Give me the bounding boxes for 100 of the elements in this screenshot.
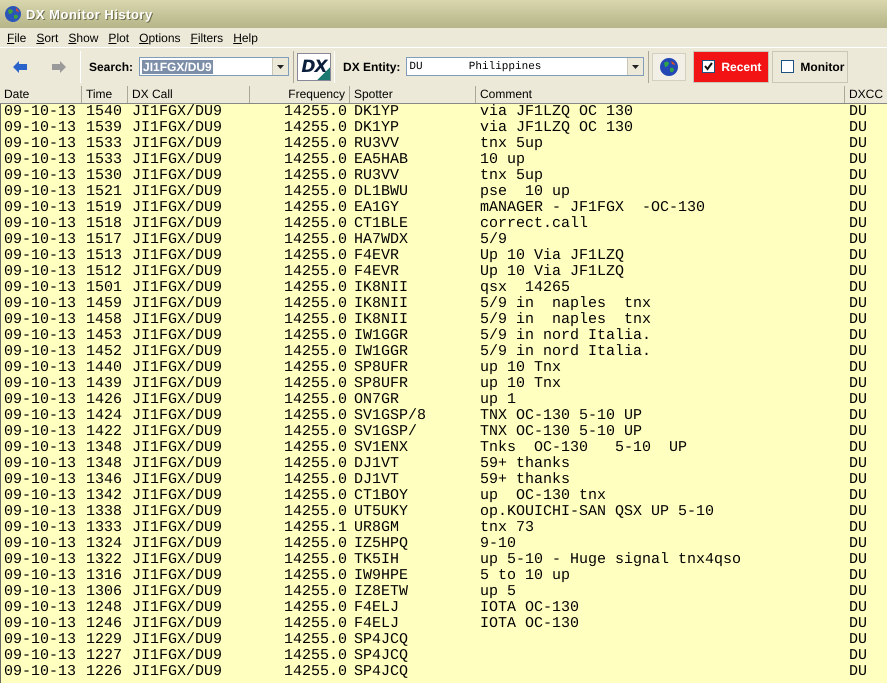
table-cell-text: 1426 bbox=[85, 392, 124, 408]
table-cell-text: JI1FGX/DU9 bbox=[131, 664, 224, 680]
table-cell-text: 09-10-13 bbox=[3, 648, 78, 664]
table-cell-text: 09-10-13 bbox=[3, 408, 78, 424]
table-cell-text: 09-10-13 bbox=[3, 216, 78, 232]
table-cell-text: 14255.0 bbox=[282, 536, 348, 552]
table-cell-text: 1458 bbox=[85, 312, 124, 328]
table-cell-text: EA1GY bbox=[353, 200, 400, 216]
table-cell-text: F4ELJ bbox=[353, 600, 400, 616]
table-cell-text: TNX OC-130 5-10 UP bbox=[479, 408, 644, 424]
menu-item[interactable]: Plot bbox=[103, 30, 134, 44]
table-cell-text: IK8NII bbox=[353, 280, 410, 296]
table-cell-text: 1512 bbox=[85, 264, 124, 280]
table-cell-text: 1324 bbox=[85, 536, 124, 552]
table-cell-text: 1346 bbox=[85, 472, 124, 488]
table-cell-text: up 5 bbox=[479, 584, 518, 600]
table-cell-text: 14255.0 bbox=[282, 296, 348, 312]
table-cell-text: IK8NII bbox=[353, 296, 410, 312]
table-cell-text: 09-10-13 bbox=[3, 568, 78, 584]
table-cell-text: 09-10-13 bbox=[3, 456, 78, 472]
table-cell-text: 14255.0 bbox=[282, 376, 348, 392]
table-cell-text: 5/9 bbox=[479, 232, 508, 248]
table-cell-text: 09-10-13 bbox=[3, 248, 78, 264]
table-cell-text: DU bbox=[848, 216, 868, 232]
table-cell-text: 14255.0 bbox=[282, 184, 348, 200]
table-cell-text: 5/9 in naples tnx bbox=[479, 296, 652, 312]
table-cell-text: 14255.0 bbox=[282, 280, 348, 296]
table-cell-text: 09-10-13 bbox=[3, 264, 78, 280]
column-header[interactable]: Date bbox=[0, 86, 82, 103]
table-cell-text: DJ1VT bbox=[353, 472, 400, 488]
table-cell-text: JI1FGX/DU9 bbox=[131, 248, 224, 264]
table-cell-text: JI1FGX/DU9 bbox=[131, 280, 224, 296]
table-cell-text: 14255.0 bbox=[282, 344, 348, 360]
table-cell-text: DU bbox=[848, 280, 868, 296]
table-cell-text: SV1ENX bbox=[353, 440, 410, 456]
table-cell-text: JI1FGX/DU9 bbox=[131, 456, 224, 472]
table-cell-text: DU bbox=[848, 616, 868, 632]
table-cell-text: 14255.0 bbox=[282, 312, 348, 328]
table-cell-text: 09-10-13 bbox=[3, 504, 78, 520]
table-cell-text: 09-10-13 bbox=[3, 520, 78, 536]
table-cell-text: DL1BWU bbox=[353, 184, 410, 200]
table-cell-text: 1501 bbox=[85, 280, 124, 296]
table-cell-text: JI1FGX/DU9 bbox=[131, 424, 224, 440]
column-header[interactable]: Comment bbox=[476, 86, 845, 103]
table-cell-text: 14255.0 bbox=[282, 328, 348, 344]
table-cell-text: SV1GSP/8 bbox=[353, 408, 428, 424]
table-cell-text: up 5-10 - Huge signal tnx4qso bbox=[479, 552, 742, 568]
table-cell-text: 1226 bbox=[85, 664, 124, 680]
table-cell-text: DU bbox=[848, 328, 868, 344]
table-cell-text: SP4JCQ bbox=[353, 632, 410, 648]
table-cell-text: 09-10-13 bbox=[3, 616, 78, 632]
table-cell-text: JI1FGX/DU9 bbox=[131, 232, 224, 248]
column-header[interactable]: Spotter bbox=[350, 86, 476, 103]
menu-item[interactable]: Options bbox=[134, 30, 186, 44]
entity-label: DX Entity: bbox=[343, 60, 400, 74]
table-cell-text: 1513 bbox=[85, 248, 124, 264]
table-cell-text: tnx 5up bbox=[479, 136, 544, 152]
table-cell-text: 1521 bbox=[85, 184, 124, 200]
table-cell-text: DK1YP bbox=[353, 120, 400, 136]
entity-dropdown[interactable]: DU Philippines bbox=[406, 57, 644, 76]
menu-item[interactable]: Show bbox=[63, 30, 104, 44]
table-cell-text: DU bbox=[848, 312, 868, 328]
table-cell-text: JI1FGX/DU9 bbox=[131, 504, 224, 520]
table-cell-text: 5 to 10 up bbox=[479, 568, 572, 584]
table-cell-text: JI1FGX/DU9 bbox=[131, 216, 224, 232]
table-cell-text: CT1BOY bbox=[353, 488, 410, 504]
table-cell-text: DU bbox=[848, 664, 868, 680]
table-cell-text: 1248 bbox=[85, 600, 124, 616]
toggle-checkbox[interactable]: Recent bbox=[693, 50, 770, 82]
table-cell-text: 14255.0 bbox=[282, 488, 348, 504]
table-cell-text: DU bbox=[848, 456, 868, 472]
table-cell-text: 1246 bbox=[85, 616, 124, 632]
menu-item[interactable]: Help bbox=[228, 30, 263, 44]
column-header[interactable]: DXCC bbox=[845, 86, 887, 103]
table-cell-text: JI1FGX/DU9 bbox=[131, 520, 224, 536]
toggle-checkbox[interactable]: Monitor bbox=[772, 50, 848, 82]
logo[interactable]: DX bbox=[297, 52, 332, 80]
table-cell-text: SP8UFR bbox=[353, 376, 410, 392]
table-cell-text: 14255.0 bbox=[282, 392, 348, 408]
column-header[interactable]: DX Call bbox=[128, 86, 250, 103]
table-cell-text: JI1FGX/DU9 bbox=[131, 312, 224, 328]
table-cell-text: JI1FGX/DU9 bbox=[131, 552, 224, 568]
table-cell-text: 09-10-13 bbox=[3, 664, 78, 680]
table-cell-text: UR8GM bbox=[353, 520, 400, 536]
menu-item[interactable]: Sort bbox=[31, 30, 64, 44]
search-label: Search: bbox=[89, 60, 134, 74]
table-cell-text: 09-10-13 bbox=[3, 120, 78, 136]
menu-item[interactable]: Filters bbox=[186, 30, 228, 44]
table-cell-text: 1440 bbox=[85, 360, 124, 376]
table-cell-text: 14255.0 bbox=[282, 584, 348, 600]
column-header[interactable]: Time bbox=[82, 86, 128, 103]
table-cell-text: IW1GGR bbox=[353, 344, 410, 360]
column-header[interactable]: Frequency bbox=[250, 86, 350, 103]
table-cell-text: 14255.0 bbox=[282, 424, 348, 440]
table-cell-text: 14255.0 bbox=[282, 216, 348, 232]
table-cell-text: 09-10-13 bbox=[3, 168, 78, 184]
table-cell-text: 14255.0 bbox=[282, 616, 348, 632]
menu-item[interactable]: File bbox=[2, 30, 32, 44]
table-cell-text: JI1FGX/DU9 bbox=[131, 440, 224, 456]
table-cell-text: SP4JCQ bbox=[353, 664, 410, 680]
